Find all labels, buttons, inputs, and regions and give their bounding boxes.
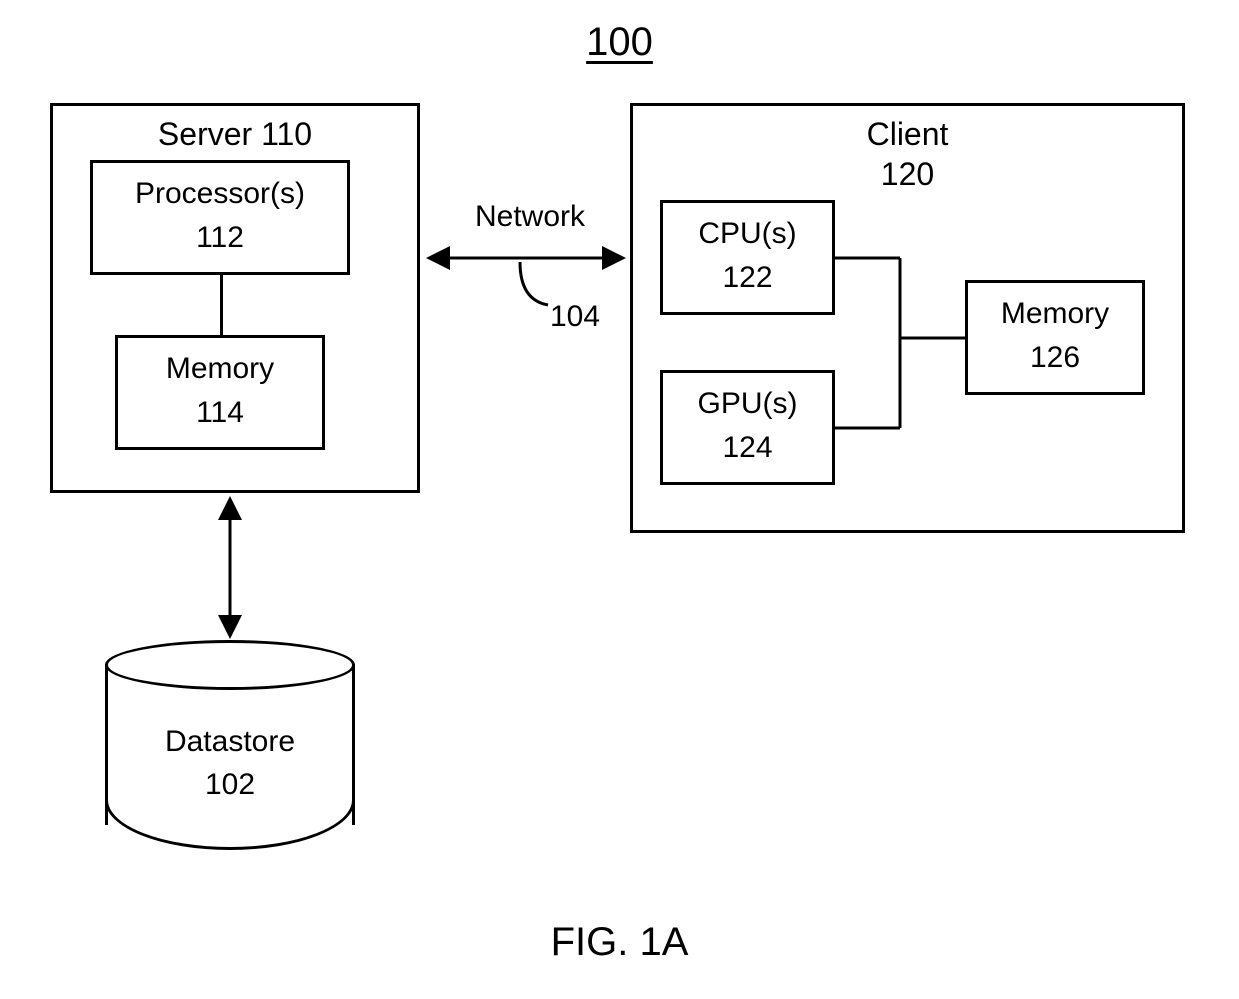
client-cpu-ref: 122 — [663, 261, 832, 295]
server-processor-label: Processor(s) — [93, 177, 347, 211]
client-memory-box: Memory 126 — [965, 280, 1145, 395]
network-label: Network — [440, 200, 620, 234]
network-ref: 104 — [540, 300, 610, 334]
server-memory-label: Memory — [118, 352, 322, 386]
server-internal-connector — [220, 275, 223, 335]
network-ref-leader — [520, 262, 548, 305]
figure-caption: FIG. 1A — [0, 920, 1239, 965]
client-title-ref: 120 — [633, 156, 1182, 193]
server-title: Server 110 — [53, 116, 417, 153]
client-cpu-box: CPU(s) 122 — [660, 200, 835, 315]
client-gpu-label: GPU(s) — [663, 387, 832, 421]
diagram: 100 Server 110 Processor(s) 112 Memory 1… — [0, 0, 1239, 999]
client-memory-label: Memory — [968, 297, 1142, 331]
client-gpu-box: GPU(s) 124 — [660, 370, 835, 485]
figure-number: 100 — [0, 20, 1239, 65]
client-memory-ref: 126 — [968, 341, 1142, 375]
server-processor-ref: 112 — [93, 221, 347, 255]
server-processor-box: Processor(s) 112 — [90, 160, 350, 275]
datastore-ref: 102 — [105, 768, 355, 802]
server-memory-ref: 114 — [118, 396, 322, 430]
client-cpu-label: CPU(s) — [663, 217, 832, 251]
client-title: Client — [633, 116, 1182, 153]
client-gpu-ref: 124 — [663, 431, 832, 465]
datastore-cylinder: Datastore 102 — [105, 640, 355, 850]
datastore-label: Datastore — [105, 725, 355, 759]
server-memory-box: Memory 114 — [115, 335, 325, 450]
